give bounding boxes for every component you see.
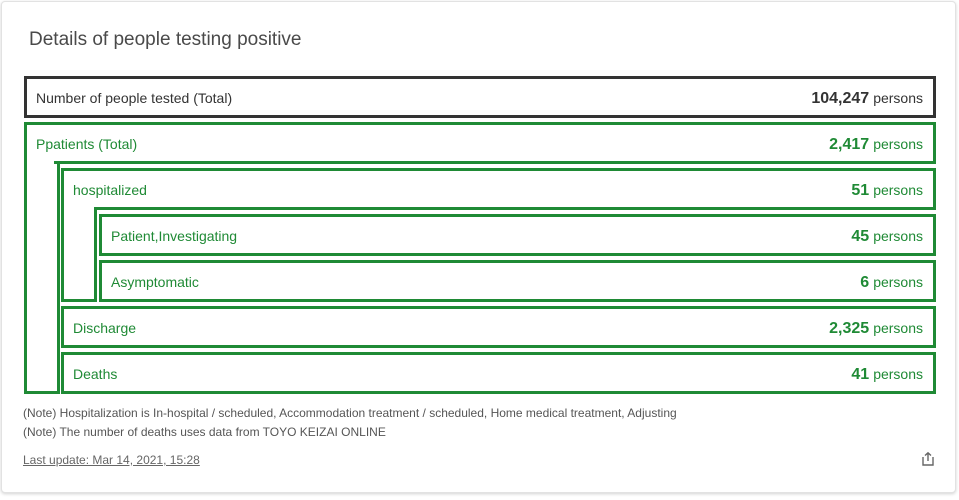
asymptomatic-label: Asymptomatic — [111, 274, 199, 290]
patients-total-row: Ppatients (Total) 2,417 persons — [24, 122, 936, 164]
patients-total-value: 2,417 persons — [829, 136, 923, 153]
deaths-value: 41 persons — [851, 366, 923, 383]
bracket-join-2 — [64, 207, 94, 213]
investigating-value: 45 persons — [851, 228, 923, 245]
investigating-row: Patient,Investigating 45 persons — [99, 214, 936, 256]
hospitalized-label: hospitalized — [73, 182, 147, 198]
patients-total-label: Ppatients (Total) — [36, 136, 138, 152]
investigating-label: Patient,Investigating — [111, 228, 238, 244]
discharge-row: Discharge 2,325 persons — [61, 306, 936, 348]
bracket-join — [27, 161, 54, 167]
total-tested-row: Number of people tested (Total) 104,247 p… — [24, 76, 936, 118]
asymptomatic-value: 6 persons — [860, 274, 923, 291]
discharge-label: Discharge — [73, 320, 137, 336]
total-tested-label: Number of people tested (Total) — [36, 90, 233, 106]
last-update-link[interactable]: Last update: Mar 14, 2021, 15:28 — [23, 453, 200, 467]
card-title: Details of people testing positive — [29, 29, 302, 50]
deaths-row: Deaths 41 persons — [61, 352, 936, 394]
deaths-label: Deaths — [73, 366, 118, 382]
total-tested-value: 104,247 persons — [811, 90, 923, 107]
discharge-value: 2,325 persons — [829, 320, 923, 337]
asymptomatic-row: Asymptomatic 6 persons — [99, 260, 936, 302]
share-icon[interactable] — [920, 451, 936, 467]
hospitalized-row: hospitalized 51 persons — [61, 168, 936, 210]
note-hospitalization: (Note) Hospitalization is In-hospital / … — [23, 406, 677, 420]
hospitalized-value: 51 persons — [851, 182, 923, 199]
note-deaths-source: (Note) The number of deaths uses data fr… — [23, 425, 386, 439]
